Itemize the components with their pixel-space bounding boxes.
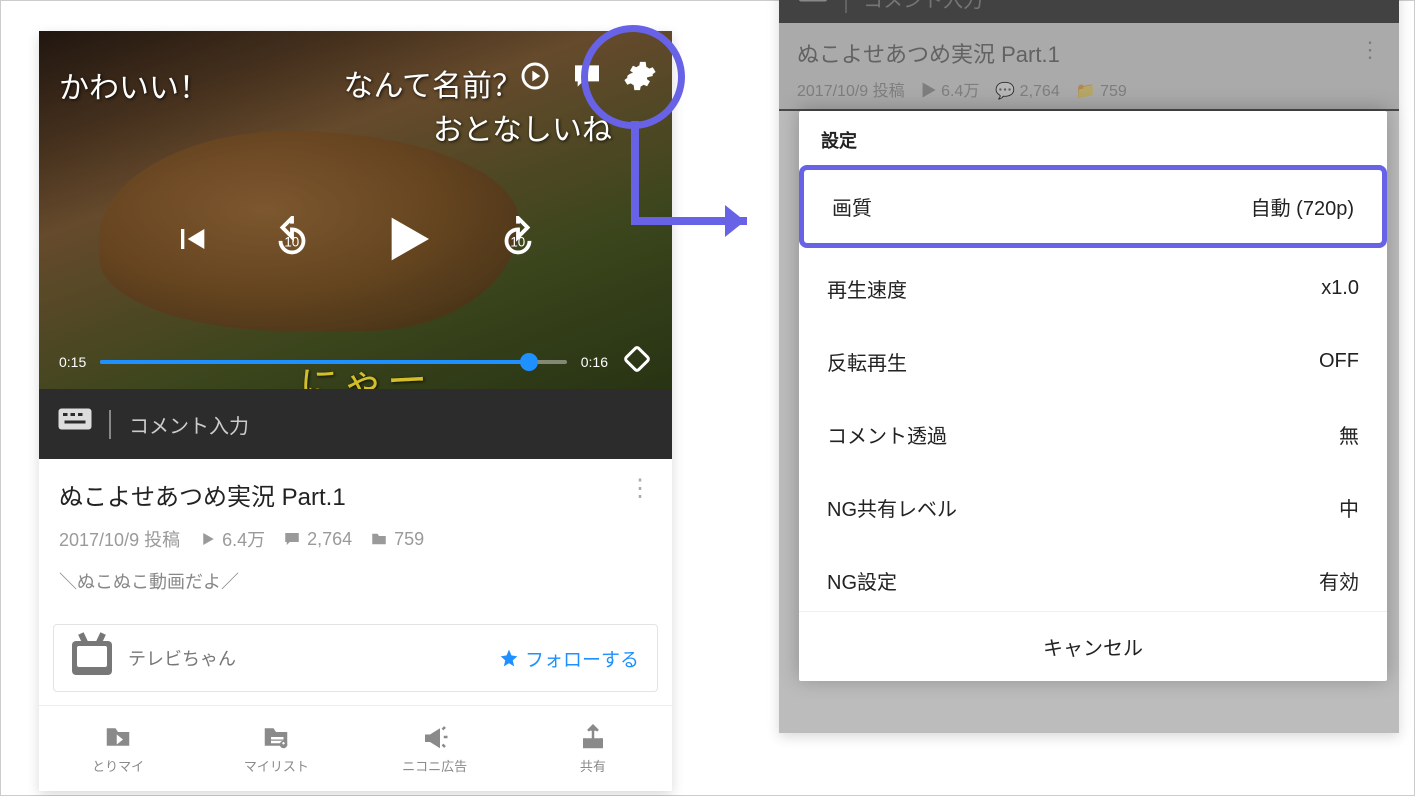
setting-label: 反転再生 <box>827 347 907 376</box>
rewind-10-icon[interactable]: 10 <box>269 216 315 267</box>
setting-label: 画質 <box>832 192 872 221</box>
time-current: 0:15 <box>59 354 86 370</box>
svg-text:10: 10 <box>284 235 299 250</box>
prev-track-icon[interactable] <box>171 219 211 264</box>
setting-label: NG共有レベル <box>827 493 957 522</box>
left-screenshot: かわいい！ なんて名前？ おとなしいね にゃー 10 <box>39 31 672 791</box>
comment-placeholder[interactable]: コメント入力 <box>109 410 249 439</box>
setting-label: コメント透過 <box>827 420 947 449</box>
annotation-circle <box>581 25 685 129</box>
setting-label: 再生速度 <box>827 274 907 303</box>
tab-nicoad[interactable]: ニコニ広告 <box>356 706 514 791</box>
setting-value: 無 <box>1339 420 1359 449</box>
uploader-avatar-icon <box>72 641 112 675</box>
annotation-arrow <box>627 121 777 251</box>
svg-text:10: 10 <box>510 235 525 250</box>
setting-speed[interactable]: 再生速度 x1.0 <box>799 252 1387 325</box>
bottom-tabs: とりマイ マイリスト ニコニ広告 共有 <box>39 705 672 791</box>
comment-count-value: 2,764 <box>307 529 352 550</box>
settings-sheet: 設定 画質 自動 (720p) 再生速度 x1.0 反転再生 OFF コメント透… <box>799 111 1387 681</box>
uploader-card[interactable]: テレビちゃん フォローする <box>53 624 658 692</box>
cancel-button[interactable]: キャンセル <box>799 611 1387 681</box>
nico-comment-1: かわいい！ <box>59 63 209 107</box>
tab-label: マイリスト <box>244 756 309 775</box>
setting-quality[interactable]: 画質 自動 (720p) <box>804 170 1382 243</box>
nico-comment-3: おとなしいね <box>433 105 612 149</box>
post-date: 2017/10/9 投稿 <box>59 526 180 552</box>
setting-value: 自動 (720p) <box>1251 192 1354 221</box>
video-title: ぬこよせあつめ実況 Part.1 <box>59 477 652 512</box>
repeat-icon[interactable] <box>519 60 551 97</box>
seek-bar[interactable] <box>100 360 567 364</box>
setting-value: 有効 <box>1319 566 1359 595</box>
tab-label: ニコニ広告 <box>402 756 467 775</box>
tab-label: 共有 <box>580 756 606 775</box>
time-total: 0:16 <box>581 354 608 370</box>
keyboard-icon[interactable] <box>57 407 93 442</box>
progress-row: 0:15 0:16 <box>59 344 652 379</box>
view-count: 6.4万 <box>198 526 265 552</box>
comment-input-bar[interactable]: コメント入力 <box>39 389 672 459</box>
tab-label: とりマイ <box>92 756 144 775</box>
follow-button[interactable]: フォローする <box>499 645 639 672</box>
video-player[interactable]: かわいい！ なんて名前？ おとなしいね にゃー 10 <box>39 31 672 389</box>
video-description: ＼ぬこぬこ動画だよ／ <box>59 568 652 594</box>
seek-fill <box>100 360 529 364</box>
follow-label: フォローする <box>525 645 639 672</box>
setting-value: 中 <box>1339 493 1359 522</box>
play-icon[interactable] <box>373 207 437 276</box>
right-screenshot: コメント入力 ⋮ ぬこよせあつめ実況 Part.1 2017/10/9 投稿 ▶… <box>779 0 1399 733</box>
setting-value: OFF <box>1319 350 1359 373</box>
comment-count: 2,764 <box>283 529 352 550</box>
mylist-count: 759 <box>370 529 424 550</box>
tab-share[interactable]: 共有 <box>514 706 672 791</box>
tab-torimai[interactable]: とりマイ <box>39 706 197 791</box>
player-center-controls: 10 10 <box>39 207 672 276</box>
kebab-icon[interactable]: ⋮ <box>628 477 652 501</box>
setting-ng-share-level[interactable]: NG共有レベル 中 <box>799 471 1387 544</box>
highlighted-quality-row: 画質 自動 (720p) <box>799 165 1387 248</box>
video-meta: 2017/10/9 投稿 6.4万 2,764 759 <box>59 526 652 552</box>
view-count-value: 6.4万 <box>222 526 265 552</box>
settings-heading: 設定 <box>799 111 1387 161</box>
uploader-name: テレビちゃん <box>128 645 236 671</box>
nico-comment-2: なんて名前？ <box>344 61 523 105</box>
mylist-count-value: 759 <box>394 529 424 550</box>
setting-ng-config[interactable]: NG設定 有効 <box>799 544 1387 617</box>
tab-mylist[interactable]: マイリスト <box>197 706 355 791</box>
forward-10-icon[interactable]: 10 <box>495 216 541 267</box>
setting-label: NG設定 <box>827 566 897 595</box>
setting-reverse[interactable]: 反転再生 OFF <box>799 325 1387 398</box>
setting-comment-transparency[interactable]: コメント透過 無 <box>799 398 1387 471</box>
rotate-icon[interactable] <box>622 344 652 379</box>
video-info: ⋮ ぬこよせあつめ実況 Part.1 2017/10/9 投稿 6.4万 2,7… <box>39 459 672 604</box>
setting-value: x1.0 <box>1321 277 1359 300</box>
seek-thumb[interactable] <box>520 353 538 371</box>
